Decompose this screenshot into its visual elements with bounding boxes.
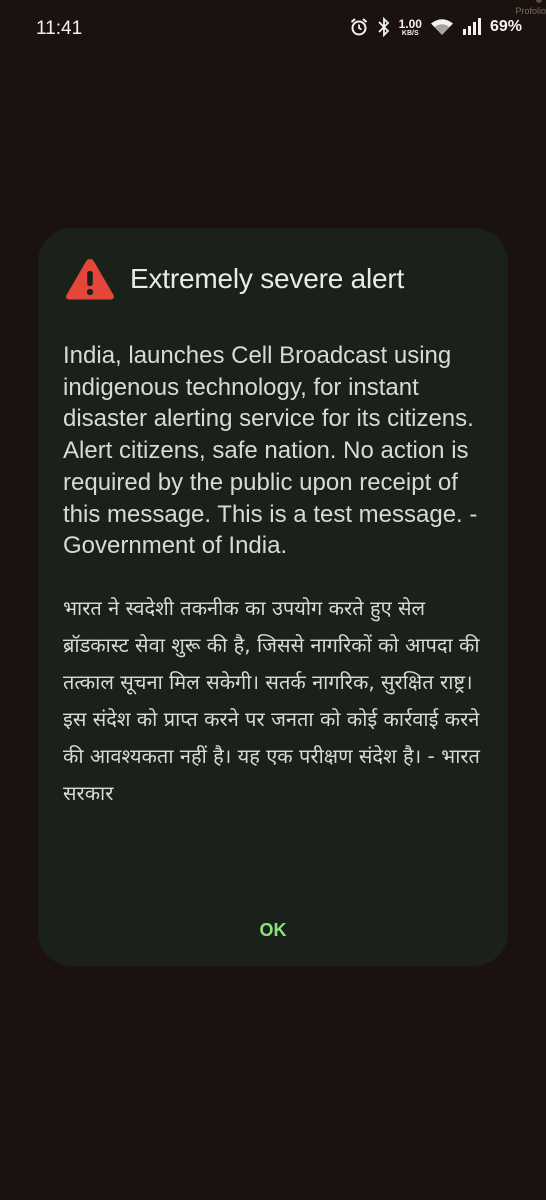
alarm-icon xyxy=(349,17,369,37)
status-icons: 1.00 KB/S 69% xyxy=(349,17,522,37)
net-speed-value: 1.00 xyxy=(398,16,422,31)
net-speed-unit: KB/S xyxy=(401,29,419,37)
battery-percentage: 69% xyxy=(489,18,522,35)
watermark-dot xyxy=(536,0,542,3)
message-hindi: भारत ने स्वदेशी तकनीक का उपयोग करते हुए … xyxy=(63,595,480,805)
bluetooth-icon xyxy=(377,17,391,37)
dialog-title: Extremely severe alert xyxy=(130,263,405,294)
signal-icon xyxy=(462,18,482,36)
screen: 11:41 1.00 KB/S 69% Profolio Extremely s… xyxy=(0,0,546,1200)
alert-dialog: Extremely severe alert India, launches C… xyxy=(38,228,508,966)
wifi-icon xyxy=(430,17,454,37)
ok-button[interactable]: OK xyxy=(243,912,303,948)
status-time: 11:41 xyxy=(36,18,83,39)
warning-triangle-icon xyxy=(64,256,116,302)
watermark: Profolio xyxy=(515,6,546,16)
dialog-body: India, launches Cell Broadcast using ind… xyxy=(63,340,483,812)
net-speed: 1.00 KB/S xyxy=(399,18,422,37)
dialog-header: Extremely severe alert xyxy=(64,256,404,302)
message-english: India, launches Cell Broadcast using ind… xyxy=(63,342,478,560)
status-bar: 11:41 1.00 KB/S 69% Profolio xyxy=(0,0,546,60)
